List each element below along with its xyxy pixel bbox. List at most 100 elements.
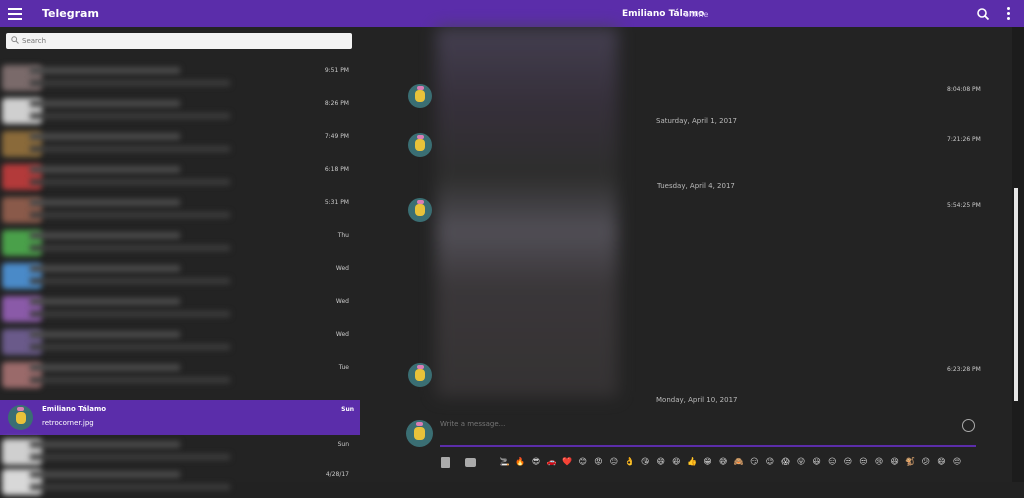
- avatar[interactable]: [408, 198, 432, 222]
- chat-status: online: [684, 10, 709, 19]
- emoji-button[interactable]: 🚬: [497, 457, 513, 466]
- emoji-button[interactable]: 😄: [653, 457, 669, 466]
- emoji-button[interactable]: 😉: [762, 457, 778, 466]
- message-time: 5:54:25 PM: [947, 202, 981, 209]
- emoji-button[interactable]: 😆: [669, 457, 685, 466]
- chat-time: 8:26 PM: [324, 100, 349, 107]
- blurred-preview: [30, 344, 230, 350]
- emoji-button[interactable]: ❤️: [559, 457, 575, 466]
- search-icon[interactable]: [976, 7, 990, 21]
- list-item[interactable]: Sun: [0, 435, 355, 468]
- chat-time: 6:18 PM: [324, 166, 349, 173]
- emoji-button[interactable]: 😱: [778, 457, 794, 466]
- list-item[interactable]: 9:51 PM: [0, 61, 355, 94]
- chat-time: 9:51 PM: [324, 67, 349, 74]
- search-input[interactable]: [22, 33, 342, 49]
- emoji-button[interactable]: 😐: [606, 457, 622, 466]
- blurred-name: [30, 67, 180, 74]
- search-box[interactable]: [6, 33, 352, 49]
- app-title: Telegram: [42, 7, 99, 20]
- list-item-active[interactable]: Emiliano Tálamo retrocorner.jpg Sun: [0, 400, 360, 435]
- blurred-name: [30, 133, 180, 140]
- emoji-button[interactable]: 👌: [622, 457, 638, 466]
- emoji-button[interactable]: 😑: [824, 457, 840, 466]
- chat-time: 5:31 PM: [324, 199, 349, 206]
- emoji-button[interactable]: 🐒: [902, 457, 918, 466]
- list-item[interactable]: 8:26 PM: [0, 94, 355, 127]
- emoji-button[interactable]: 😅: [715, 457, 731, 466]
- hamburger-menu-icon[interactable]: [8, 6, 26, 20]
- list-item[interactable]: Wed: [0, 259, 355, 292]
- avatar[interactable]: [408, 84, 432, 108]
- emoji-button[interactable]: 😁: [700, 457, 716, 466]
- input-underline: [440, 445, 976, 447]
- blurred-name: [30, 471, 180, 478]
- chat-name: Emiliano Tálamo: [42, 405, 107, 413]
- avatar[interactable]: [408, 363, 432, 387]
- emoji-button[interactable]: 😏: [747, 457, 763, 466]
- chat-time: Wed: [335, 265, 349, 272]
- attach-file-icon[interactable]: [441, 457, 450, 468]
- chat-time: Wed: [335, 331, 349, 338]
- blurred-name: [30, 265, 180, 272]
- scrollbar-thumb[interactable]: [1014, 188, 1018, 401]
- blurred-name: [30, 100, 180, 107]
- emoji-button[interactable]: 👍: [684, 457, 700, 466]
- emoji-button[interactable]: 🙈: [731, 457, 747, 466]
- own-avatar[interactable]: [406, 420, 433, 447]
- date-separator: Monday, April 10, 2017: [656, 396, 738, 404]
- blurred-preview: [30, 484, 230, 490]
- emoji-button[interactable]: 😎: [528, 457, 544, 466]
- message-input[interactable]: [440, 418, 960, 430]
- emoji-button[interactable]: 😢: [871, 457, 887, 466]
- blurred-name: [30, 199, 180, 206]
- message-time: 6:23:28 PM: [947, 366, 981, 373]
- emoji-button[interactable]: 😕: [918, 457, 934, 466]
- chat-time: Sun: [341, 406, 354, 413]
- blurred-name: [30, 298, 180, 305]
- blurred-preview: [30, 377, 230, 383]
- blurred-preview: [30, 245, 230, 251]
- emoji-button[interactable]: 😒: [856, 457, 872, 466]
- chat-time: 7:49 PM: [324, 133, 349, 140]
- blurred-preview: [30, 311, 230, 317]
- emoji-button[interactable]: 😒: [840, 457, 856, 466]
- avatar: [8, 405, 33, 430]
- emoji-button[interactable]: 😄: [934, 457, 950, 466]
- list-item[interactable]: 7:49 PM: [0, 127, 355, 160]
- blurred-preview: [30, 80, 230, 86]
- emoji-button[interactable]: 😃: [809, 457, 825, 466]
- emoji-button[interactable]: 🔥: [513, 457, 529, 466]
- chat-time: Thu: [337, 232, 349, 239]
- blurred-name: [30, 331, 180, 338]
- emoji-bar: 🚬 🔥 😎 🚗 ❤️ 😊 😡 😐 👌 😘 😄 😆 👍 😁 😅 🙈 😏 😉 😱 😛 😃 😑 😒 😒 😢 😆 🐒 😕 😄 😔: [497, 457, 977, 469]
- blurred-name: [30, 441, 180, 448]
- emoji-button[interactable]: 😆: [887, 457, 903, 466]
- list-item[interactable]: Tue: [0, 358, 355, 391]
- smiley-icon[interactable]: [962, 419, 975, 432]
- blurred-preview: [30, 454, 230, 460]
- date-separator: Tuesday, April 4, 2017: [657, 182, 735, 190]
- message-time: 8:04:08 PM: [947, 86, 981, 93]
- blurred-image-message[interactable]: [436, 27, 618, 397]
- list-item[interactable]: Wed: [0, 292, 355, 325]
- emoji-button[interactable]: 😛: [793, 457, 809, 466]
- blurred-preview: [30, 179, 230, 185]
- message-time: 7:21:26 PM: [947, 136, 981, 143]
- search-icon: [11, 36, 19, 44]
- list-item[interactable]: 6:18 PM: [0, 160, 355, 193]
- more-options-icon[interactable]: [1005, 7, 1013, 21]
- emoji-button[interactable]: 😡: [591, 457, 607, 466]
- emoji-button[interactable]: 🚗: [544, 457, 560, 466]
- emoji-button[interactable]: 😊: [575, 457, 591, 466]
- camera-icon[interactable]: [465, 458, 476, 467]
- list-item[interactable]: Thu: [0, 226, 355, 259]
- emoji-button[interactable]: 😔: [949, 457, 965, 466]
- blurred-name: [30, 364, 180, 371]
- emoji-button[interactable]: 😘: [637, 457, 653, 466]
- list-item[interactable]: 5:31 PM: [0, 193, 355, 226]
- blurred-preview: [30, 212, 230, 218]
- avatar[interactable]: [408, 133, 432, 157]
- list-item[interactable]: Wed: [0, 325, 355, 358]
- chat-time: 4/28/17: [325, 471, 349, 478]
